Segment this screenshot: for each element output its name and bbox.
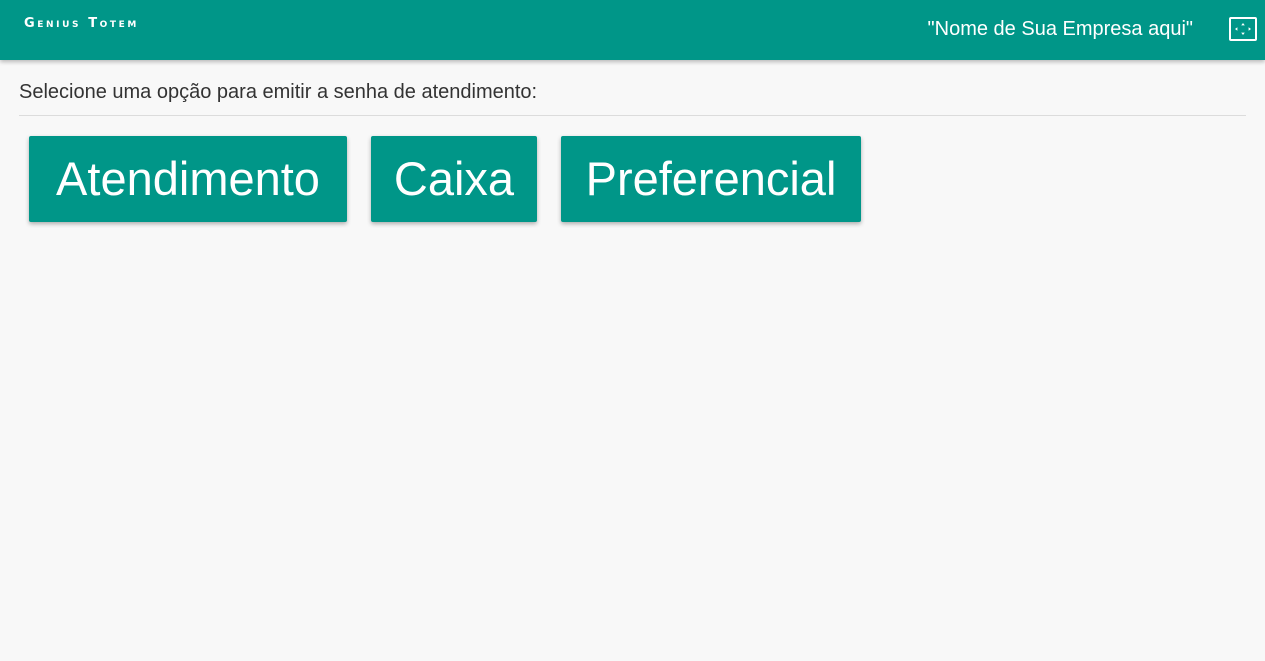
atendimento-button[interactable]: Atendimento <box>29 136 347 222</box>
caixa-button[interactable]: Caixa <box>371 136 537 222</box>
app-title: Genius Totem <box>24 16 139 31</box>
company-name: "Nome de Sua Empresa aqui" <box>927 18 1193 40</box>
app-header: Genius Totem "Nome de Sua Empresa aqui" <box>0 0 1265 60</box>
divider <box>19 115 1246 116</box>
preferencial-button[interactable]: Preferencial <box>561 136 861 222</box>
instruction-text: Selecione uma opção para emitir a senha … <box>19 81 538 103</box>
fullscreen-icon <box>1229 17 1257 41</box>
fullscreen-button[interactable] <box>1228 16 1258 42</box>
